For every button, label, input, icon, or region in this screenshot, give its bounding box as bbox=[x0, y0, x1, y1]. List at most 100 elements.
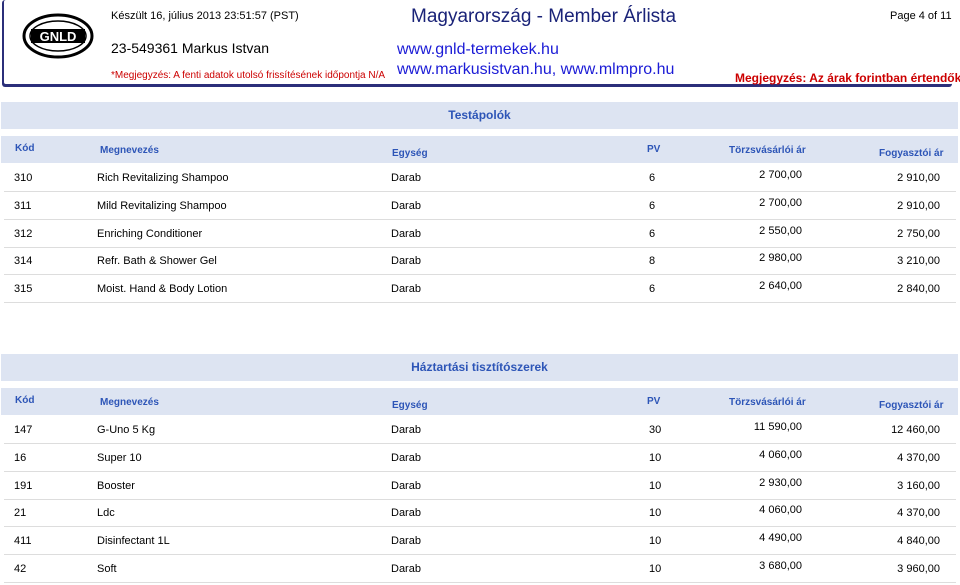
currency-note: Megjegyzés: Az árak forintban értendők bbox=[735, 71, 960, 85]
product-code: 42 bbox=[14, 563, 27, 575]
product-name: Ldc bbox=[97, 507, 115, 520]
table-row: 16 Super 10 Darab 10 4 060,00 4 370,00 bbox=[4, 444, 956, 472]
column-name: Megnevezés bbox=[100, 397, 159, 408]
category-title: Testápolók bbox=[1, 102, 958, 129]
member-name: Markus Istvan bbox=[181, 40, 269, 56]
product-consumer-price: 2 840,00 bbox=[897, 283, 940, 296]
product-member-price: 2 550,00 bbox=[759, 224, 802, 237]
product-pv: 30 bbox=[649, 424, 662, 436]
product-pv: 6 bbox=[649, 227, 656, 240]
product-name: Soft bbox=[97, 563, 117, 575]
product-consumer-price: 3 210,00 bbox=[897, 255, 940, 268]
table-row: 21 Ldc Darab 10 4 060,00 4 370,00 bbox=[4, 499, 956, 528]
product-pv: 10 bbox=[649, 507, 662, 520]
table-row: 314 Refr. Bath & Shower Gel Darab 8 2 980,00… bbox=[4, 247, 956, 276]
created-timestamp: Készült 16, július 2013 23:51:57 (PST) bbox=[111, 10, 299, 22]
column-consumer-price: Fogyasztói ár bbox=[879, 400, 944, 411]
product-unit: Darab bbox=[391, 199, 421, 212]
product-unit: Darab bbox=[391, 563, 421, 575]
product-unit: Darab bbox=[391, 283, 421, 296]
table-header: Kód Megnevezés Egység PV Törzsvásárlói á… bbox=[1, 136, 958, 163]
product-consumer-price: 12 460,00 bbox=[891, 424, 940, 436]
product-consumer-price: 4 840,00 bbox=[897, 535, 940, 548]
product-name: Refr. Bath & Shower Gel bbox=[97, 255, 217, 268]
product-code: 16 bbox=[14, 451, 27, 464]
product-unit: Darab bbox=[391, 424, 421, 436]
product-member-price: 3 680,00 bbox=[759, 560, 802, 572]
product-member-price: 2 700,00 bbox=[759, 196, 802, 209]
product-unit: Darab bbox=[391, 535, 421, 548]
website-link-1[interactable]: www.gnld-termekek.hu bbox=[397, 41, 559, 59]
table-row: 147 G-Uno 5 Kg Darab 30 11 590,00 12 460,00 bbox=[4, 416, 956, 444]
product-consumer-price: 3 160,00 bbox=[897, 479, 940, 492]
product-unit: Darab bbox=[391, 172, 421, 184]
product-code: 312 bbox=[14, 227, 33, 240]
product-code: 314 bbox=[14, 255, 33, 268]
product-member-price: 2 640,00 bbox=[759, 280, 802, 293]
table-row: 42 Soft Darab 10 3 680,00 3 960,00 bbox=[4, 555, 956, 583]
logo-text: GNLD bbox=[40, 29, 77, 44]
product-pv: 6 bbox=[649, 283, 656, 296]
product-unit: Darab bbox=[391, 227, 421, 240]
column-name: Megnevezés bbox=[100, 145, 159, 156]
product-unit: Darab bbox=[391, 507, 421, 520]
product-code: 21 bbox=[14, 507, 27, 520]
product-name: Enriching Conditioner bbox=[97, 227, 203, 240]
product-member-price: 4 490,00 bbox=[759, 532, 802, 545]
product-member-price: 2 930,00 bbox=[759, 476, 802, 489]
product-name: Disinfectant 1L bbox=[97, 535, 170, 548]
product-name: Mild Revitalizing Shampoo bbox=[97, 199, 227, 212]
product-unit: Darab bbox=[391, 479, 421, 492]
product-unit: Darab bbox=[391, 255, 421, 268]
member-info: 23-549361 Markus Istvan bbox=[111, 40, 269, 56]
document-title: Magyarország - Member Árlista bbox=[411, 6, 677, 27]
product-member-price: 11 590,00 bbox=[753, 421, 802, 433]
product-unit: Darab bbox=[391, 451, 421, 464]
table-header: Kód Megnevezés Egység PV Törzsvásárlói á… bbox=[1, 388, 958, 415]
product-pv: 6 bbox=[649, 172, 656, 184]
column-member-price: Törzsvásárlói ár bbox=[729, 397, 806, 408]
category-title: Háztartási tisztítószerek bbox=[1, 354, 958, 381]
column-unit: Egység bbox=[392, 400, 428, 411]
column-pv: PV bbox=[647, 396, 661, 407]
page-number: Page 4 of 11 bbox=[890, 10, 952, 22]
product-pv: 10 bbox=[649, 535, 662, 548]
product-member-price: 2 980,00 bbox=[759, 252, 802, 265]
gnld-logo: GNLD bbox=[22, 13, 94, 59]
product-pv: 10 bbox=[649, 563, 662, 575]
column-member-price: Törzsvásárlói ár bbox=[729, 145, 806, 156]
column-code: Kód bbox=[15, 395, 35, 406]
product-consumer-price: 3 960,00 bbox=[897, 563, 940, 575]
product-name: Moist. Hand & Body Lotion bbox=[97, 283, 228, 296]
product-pv: 6 bbox=[649, 199, 656, 212]
table-row: 411 Disinfectant 1L Darab 10 4 490,00 4 840,0… bbox=[4, 527, 956, 556]
table-row: 315 Moist. Hand & Body Lotion Darab 6 2 640,… bbox=[4, 275, 956, 304]
product-consumer-price: 4 370,00 bbox=[897, 507, 940, 520]
product-pv: 10 bbox=[649, 479, 662, 492]
column-consumer-price: Fogyasztói ár bbox=[879, 148, 944, 159]
product-name: G-Uno 5 Kg bbox=[97, 424, 156, 436]
member-id: 23-549361 bbox=[111, 40, 178, 56]
product-code: 315 bbox=[14, 283, 33, 296]
product-member-price: 4 060,00 bbox=[759, 448, 802, 461]
product-consumer-price: 2 750,00 bbox=[897, 227, 940, 240]
product-code: 147 bbox=[14, 424, 33, 436]
product-member-price: 4 060,00 bbox=[759, 504, 802, 517]
product-pv: 10 bbox=[649, 451, 662, 464]
product-consumer-price: 4 370,00 bbox=[897, 451, 940, 464]
product-name: Super 10 bbox=[97, 451, 142, 464]
table-row: 311 Mild Revitalizing Shampoo Darab 6 2 700,… bbox=[4, 192, 956, 220]
column-code: Kód bbox=[15, 143, 35, 154]
table-row: 312 Enriching Conditioner Darab 6 2 550,00 2 … bbox=[4, 220, 956, 248]
update-note: *Megjegyzés: A fenti adatok utolsó friss… bbox=[111, 70, 386, 81]
product-code: 310 bbox=[14, 172, 33, 184]
product-name: Rich Revitalizing Shampoo bbox=[97, 172, 229, 184]
product-code: 311 bbox=[14, 199, 32, 212]
product-name: Booster bbox=[97, 479, 135, 492]
website-link-2[interactable]: www.markusistvan.hu, www.mlmpro.hu bbox=[397, 61, 674, 79]
product-consumer-price: 2 910,00 bbox=[897, 199, 940, 212]
product-code: 191 bbox=[14, 479, 33, 492]
product-member-price: 2 700,00 bbox=[759, 169, 802, 181]
column-pv: PV bbox=[647, 144, 661, 155]
product-consumer-price: 2 910,00 bbox=[897, 172, 940, 184]
